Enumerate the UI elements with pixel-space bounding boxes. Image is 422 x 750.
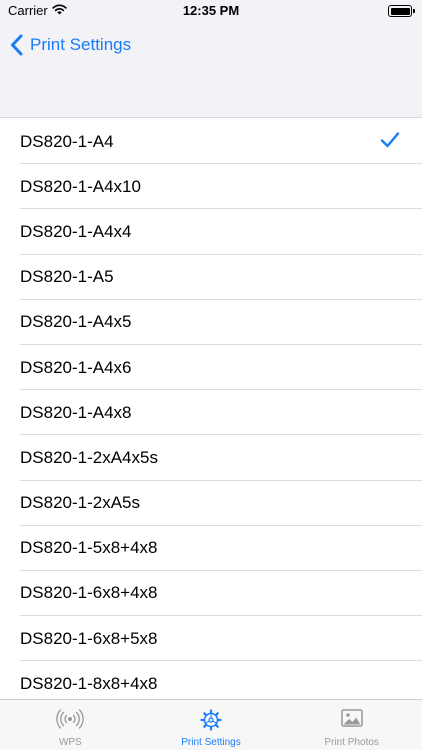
tab-label: WPS bbox=[58, 737, 82, 748]
checkmark-icon bbox=[380, 132, 400, 148]
list-item[interactable]: DS820-1-A4x4 bbox=[0, 209, 422, 255]
tab-label: Print Settings bbox=[181, 737, 241, 748]
tab-print-settings[interactable]: Print Settings bbox=[141, 700, 282, 750]
list-item-label: DS820-1-A4 bbox=[20, 131, 114, 151]
list-item-label: DS820-1-8x8+4x8 bbox=[20, 673, 158, 693]
wireless-signal-icon bbox=[56, 709, 85, 729]
navigation-bar: Print Settings bbox=[0, 22, 422, 118]
print-settings-list: DS820-1-A4 DS820-1-A4x10 DS820-1-A4x4 DS… bbox=[0, 119, 422, 707]
list-item[interactable]: DS820-1-A4 bbox=[0, 119, 422, 165]
list-item-label: DS820-1-A4x6 bbox=[20, 357, 132, 377]
list-item[interactable]: DS820-1-6x8+5x8 bbox=[0, 616, 422, 662]
back-button-label: Print Settings bbox=[30, 35, 132, 54]
list-item-label: DS820-1-A4x8 bbox=[20, 402, 132, 422]
list-item-label: DS820-1-6x8+4x8 bbox=[20, 583, 158, 603]
list-item-label: DS820-1-6x8+5x8 bbox=[20, 628, 158, 648]
list-item[interactable]: DS820-1-2xA5s bbox=[0, 480, 422, 526]
battery-icon bbox=[388, 5, 415, 17]
list-item[interactable]: DS820-1-A4x6 bbox=[0, 344, 422, 391]
list-item-label: DS820-1-A4x5 bbox=[20, 312, 132, 332]
list-item[interactable]: DS820-1-2xA4x5s bbox=[0, 435, 422, 481]
list-item[interactable]: DS820-1-A5 bbox=[0, 254, 422, 300]
list-item[interactable]: DS820-1-5x8+4x8 bbox=[0, 525, 422, 572]
tab-print-photos[interactable]: Print Photos bbox=[281, 700, 422, 750]
tab-label: Print Photos bbox=[324, 737, 379, 748]
list-item[interactable]: DS820-1-A4x5 bbox=[0, 299, 422, 346]
settings-gear-icon bbox=[200, 709, 222, 731]
list-item[interactable]: DS820-1-A4x8 bbox=[0, 390, 422, 436]
tab-bar: WPS Print Settings Print Photos bbox=[0, 699, 422, 750]
list-item-label: DS820-1-A4x10 bbox=[20, 176, 141, 196]
screen: Carrier 12:35 PM Print Settings DS820-1-… bbox=[0, 0, 422, 750]
status-time: 12:35 PM bbox=[182, 3, 240, 18]
list-item-label: DS820-1-2xA5s bbox=[20, 493, 141, 513]
tab-wps[interactable]: WPS bbox=[0, 700, 141, 750]
list-item-label: DS820-1-A5 bbox=[20, 267, 114, 287]
list-item-label: DS820-1-A4x4 bbox=[20, 221, 132, 241]
back-button[interactable]: Print Settings bbox=[10, 32, 131, 58]
list-item-label: DS820-1-5x8+4x8 bbox=[20, 538, 158, 558]
status-bar: Carrier 12:35 PM bbox=[0, 0, 422, 22]
photo-icon bbox=[340, 709, 363, 727]
chevron-left-icon bbox=[11, 34, 23, 56]
list-item-label: DS820-1-2xA4x5s bbox=[20, 447, 158, 467]
list-item[interactable]: DS820-1-6x8+4x8 bbox=[0, 570, 422, 617]
list-item[interactable]: DS820-1-A4x10 bbox=[0, 164, 422, 210]
